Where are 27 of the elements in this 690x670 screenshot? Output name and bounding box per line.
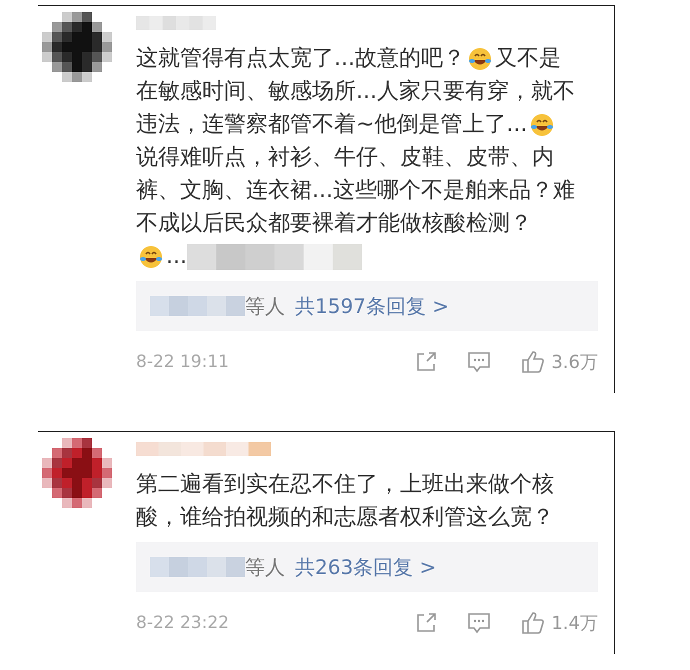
comment-text: 违法，连警察都管不着~他倒是管上了... bbox=[136, 111, 528, 139]
comment-text: 在敏感时间、敏感场所...人家只要有穿，就不 bbox=[136, 78, 575, 106]
comment-time: 8-22 23:22 bbox=[136, 613, 229, 633]
comment-text: 裤、文胸、连衣裙...这些哪个不是舶来品？难 bbox=[136, 177, 575, 205]
thumbs-up-icon bbox=[521, 350, 546, 374]
share-icon[interactable] bbox=[415, 351, 438, 373]
comment-icon[interactable] bbox=[467, 612, 492, 634]
laughing-emoji-icon bbox=[139, 244, 163, 268]
replies-label: 等人 bbox=[245, 292, 285, 320]
replies-link[interactable]: 共1597条回复 > bbox=[295, 292, 450, 320]
comment-text: 又不是 bbox=[494, 45, 561, 73]
comment-text: 酸，谁给拍视频的和志愿者权利管这么宽？ bbox=[136, 504, 554, 532]
share-icon[interactable] bbox=[415, 612, 438, 634]
comment-text: 这就管得有点太宽了...故意的吧？ bbox=[136, 45, 465, 73]
comment-time: 8-22 19:11 bbox=[136, 352, 229, 372]
like-button[interactable]: 3.6万 bbox=[521, 350, 598, 374]
like-button[interactable]: 1.4万 bbox=[521, 611, 598, 635]
thumbs-up-icon bbox=[521, 611, 546, 635]
comment-text: 不成以后民众都要裸着才能做核酸检测？ bbox=[136, 210, 532, 238]
comment-text: 说得难听点，衬衫、牛仔、皮鞋、皮带、内 bbox=[136, 144, 554, 172]
replies-label: 等人 bbox=[245, 554, 285, 580]
comment-icon[interactable] bbox=[467, 351, 492, 373]
laughing-emoji-icon bbox=[530, 112, 554, 136]
comment-text: ... bbox=[166, 243, 187, 271]
replies-link[interactable]: 共263条回复 > bbox=[295, 554, 436, 580]
laughing-emoji-icon bbox=[468, 46, 492, 70]
comment-text: 第二遍看到实在忍不住了，上班出来做个核 bbox=[136, 471, 554, 499]
